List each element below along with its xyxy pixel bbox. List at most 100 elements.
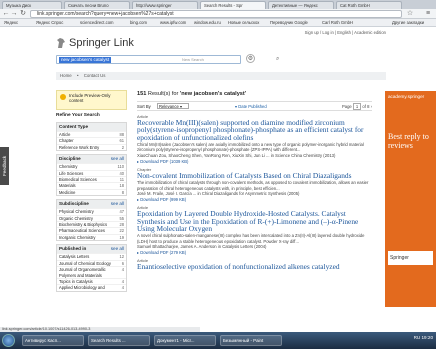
browser-tab-active[interactable]: Search Results - Spr — [200, 1, 266, 9]
forward-icon[interactable]: → — [10, 10, 18, 18]
breadcrumb: Home • Contact Us — [56, 72, 386, 80]
search-input[interactable]: new jacobsen's catalyst New Search ⌕ — [56, 55, 279, 64]
download-pdf-link[interactable]: ▸ Download PDF (1039 KB) — [137, 159, 372, 164]
ad-message: Best reply to reviews — [388, 132, 429, 150]
bookmark-item[interactable]: Carl Roth GmbH — [322, 19, 353, 26]
browser-tab[interactable]: Детективные — Яндекс — [268, 1, 334, 9]
bookmark-item[interactable]: Яндекс Спрос — [36, 19, 63, 26]
facet-title: Published in see all — [57, 245, 126, 254]
facet-title: Discipline see all — [57, 155, 126, 164]
result-title-link[interactable]: Epoxidation by Layered Double Hydroxide-… — [137, 210, 372, 232]
facet-discipline: Discipline see all Chemistry 110 Life Sci… — [56, 154, 127, 197]
bookmark-item[interactable]: www.ipfw.com — [160, 19, 186, 26]
bookmark-item[interactable]: Переводчик Google — [270, 19, 308, 26]
facet-content-type: Content Type Article 88 Chapter 61 Referen… — [56, 122, 127, 152]
facet-subdiscipline: Subdiscipline see all Physical Chemistry… — [56, 199, 127, 242]
result-count: 151 Result(s) for 'new jacobsen's cataly… — [137, 91, 247, 97]
star-icon[interactable]: ☆ — [406, 10, 414, 18]
bookmark-item[interactable]: Новые сельскох — [228, 19, 259, 26]
search-query-text: new jacobsen's catalyst — [59, 57, 112, 63]
toggle-icon[interactable] — [60, 94, 66, 100]
facet-row[interactable]: Reference Work Entry 2 — [57, 143, 126, 150]
list-item: Article Enantioselective epoxidation of … — [137, 258, 372, 270]
next-page-icon[interactable]: › — [371, 104, 372, 109]
browser-tab-strip: Музыка Диск Скачать песни Bruno http://w… — [0, 0, 436, 9]
taskbar-button[interactable]: Документ1 - Micr... — [154, 335, 216, 346]
taskbar: Антивирус Касп... Search Results ... Док… — [0, 332, 436, 349]
browser-tab[interactable]: http://www.springer — [132, 1, 198, 9]
refine-title: Refine Your Search — [56, 113, 100, 118]
advertisement[interactable]: academy.springer Best reply to reviews S… — [385, 91, 436, 307]
nav-separator: • — [76, 73, 79, 78]
result-meta: XiaoChuan Zou, ShaoCheng Shen, YanRong R… — [137, 152, 336, 158]
list-item: Article Recoverable Mn(III)(salen) suppo… — [137, 114, 372, 164]
browser-tab[interactable]: Музыка Диск — [2, 1, 62, 9]
search-icon[interactable]: ⌕ — [276, 56, 285, 63]
bookmark-item[interactable]: Другие закладки — [392, 19, 424, 26]
sort-label: Sort By — [137, 104, 151, 109]
see-all-link[interactable]: see all — [111, 156, 124, 162]
facet-row[interactable]: Applied Microbiology and 4 — [57, 284, 126, 290]
address-bar[interactable]: link.springer.com/search?query=new+jacob… — [30, 10, 402, 18]
bookmark-item[interactable]: window.edu.ru — [194, 19, 221, 26]
see-all-link[interactable]: see all — [111, 246, 124, 252]
search-hint: New Search — [182, 57, 204, 62]
result-title-link[interactable]: Enantioselective epoxidation of nonfunct… — [137, 263, 372, 271]
browser-toolbar: ← → ↻ link.springer.com/search?query=new… — [0, 9, 436, 19]
bookmark-item[interactable]: sciencedirect.com — [80, 19, 114, 26]
web-page: Sign up / Log in | English | Academic ed… — [0, 27, 436, 332]
facet-row[interactable]: Inorganic Chemistry 19 — [57, 233, 126, 240]
see-all-link[interactable]: see all — [111, 201, 124, 207]
start-button[interactable] — [2, 334, 15, 347]
system-tray[interactable]: RU 19:20 — [414, 335, 433, 340]
preview-toggle-label: Include Preview-Only content — [69, 93, 111, 103]
download-pdf-link[interactable]: ▸ Download PDF (279 KB) — [137, 250, 372, 255]
sort-bar: Sort By Relevance ▾ ▾ Date Published Pag… — [137, 101, 372, 111]
logo-text: Springer Link — [69, 37, 134, 49]
bookmark-item[interactable]: Яндекс — [4, 19, 18, 26]
nav-home-link[interactable]: Home — [60, 73, 72, 78]
result-title-link[interactable]: Non-covalent Immobilization of Catalysts… — [137, 172, 372, 180]
bookmarks-bar: Яндекс Яндекс Спрос sciencedirect.com bi… — [0, 19, 436, 27]
back-icon[interactable]: ← — [2, 10, 10, 18]
chevron-down-icon: ▾ — [235, 104, 238, 109]
result-abstract: A novel chiral sulphonato-salen-manganes… — [137, 233, 365, 244]
preview-toggle[interactable]: Include Preview-Only content — [56, 90, 127, 110]
facet-row[interactable]: Medicine 8 — [57, 188, 126, 195]
feedback-tab[interactable]: Feedback — [0, 147, 9, 185]
sort-select[interactable]: Relevance ▾ — [157, 103, 189, 109]
browser-tab[interactable]: Cat Roth GmbH — [336, 1, 402, 9]
browser-tab[interactable]: Скачать песни Bruno — [64, 1, 130, 9]
result-meta: José M. Fraile, José I. García ... in Ch… — [137, 190, 300, 196]
list-item: Chapter Non-covalent Immobilization of C… — [137, 167, 372, 202]
taskbar-button[interactable]: Безымянный - Paint — [220, 335, 282, 346]
facet-title: Content Type — [57, 123, 126, 131]
result-title-link[interactable]: Recoverable Mn(III)(salen) supported on … — [137, 119, 372, 141]
list-item: Article Epoxidation by Layered Double Hy… — [137, 205, 372, 255]
taskbar-button[interactable]: Антивирус Касп... — [22, 335, 84, 346]
facet-published-in: Published in see all Catalysis Letters 12… — [56, 244, 127, 292]
menu-icon[interactable]: ≡ — [424, 10, 432, 18]
facet-title: Subdiscipline see all — [57, 200, 126, 209]
result-abstract: The immobilization of chiral catalysts t… — [137, 180, 369, 191]
reload-icon[interactable]: ↻ — [19, 10, 27, 18]
taskbar-button[interactable]: Search Results ... — [88, 335, 150, 346]
facet-row[interactable]: Journal of Organometallic Polymers and M… — [57, 266, 126, 278]
gear-icon[interactable]: ⚙ — [246, 54, 255, 63]
page-input[interactable]: 1 — [352, 103, 362, 110]
language-indicator[interactable]: RU — [414, 335, 421, 340]
nav-contact-link[interactable]: Contact Us — [84, 73, 106, 78]
results-main: 151 Result(s) for 'new jacobsen's cataly… — [137, 91, 372, 271]
result-meta: Samuel Bhattacharjee, James A. Anderson … — [137, 243, 267, 249]
clock: 19:20 — [421, 335, 434, 340]
ad-brand: academy.springer — [388, 94, 425, 99]
result-abstract: Chiral Mn(III)salen (Jacobsen's salen) a… — [137, 142, 364, 153]
account-links[interactable]: Sign up / Log in | English | Academic ed… — [305, 30, 386, 35]
date-published-filter[interactable]: ▾ Date Published — [235, 102, 267, 111]
download-pdf-link[interactable]: ▸ Download PDF (999 KB) — [137, 197, 372, 202]
refine-sidebar: Include Preview-Only content Refine Your… — [56, 90, 127, 292]
horse-logo-icon — [57, 38, 65, 48]
springer-logo[interactable]: Springer Link — [56, 37, 134, 49]
bookmark-item[interactable]: bing.com — [130, 19, 147, 26]
pagination[interactable]: Page 1 of 8 › — [342, 102, 372, 111]
